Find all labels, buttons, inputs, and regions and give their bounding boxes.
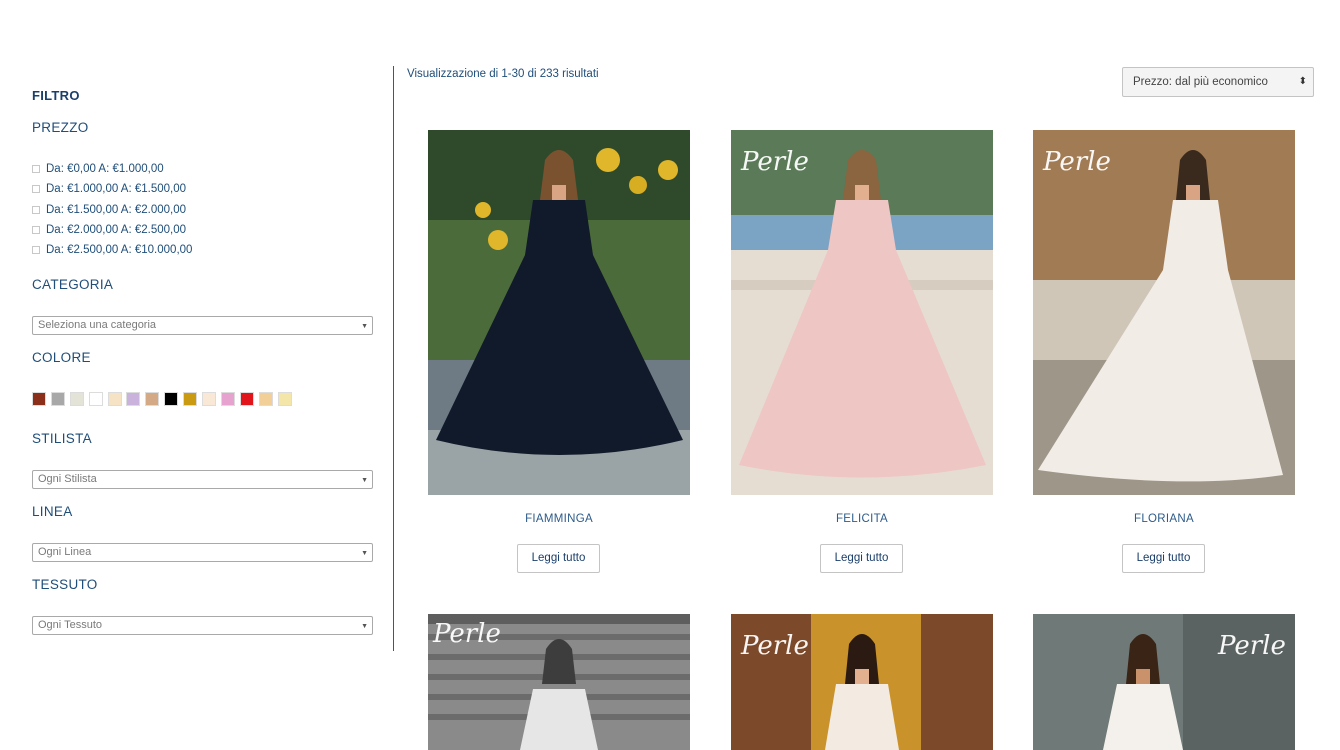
product-card: Perle: [428, 614, 690, 750]
brand-watermark: Perle: [1042, 147, 1111, 177]
results-count: Visualizzazione di 1-30 di 233 risultati: [407, 68, 599, 80]
line-select-value: Ogni Linea: [38, 546, 92, 558]
color-swatch[interactable]: [220, 392, 235, 406]
dress-shape: [825, 684, 899, 750]
checkbox[interactable]: [32, 246, 40, 255]
color-swatch[interactable]: [202, 392, 217, 406]
chevron-down-icon: ⬍: [1298, 76, 1307, 87]
chevron-down-icon: ▼: [361, 623, 368, 630]
dress-shape: [520, 689, 598, 750]
color-swatch[interactable]: [126, 392, 141, 406]
line-section-title: LINEA: [32, 504, 73, 519]
color-swatches: [32, 392, 296, 406]
product-image[interactable]: Perle: [731, 130, 993, 495]
checkbox[interactable]: [32, 205, 40, 214]
product-image[interactable]: [428, 130, 690, 495]
color-swatch[interactable]: [277, 392, 292, 406]
checkbox[interactable]: [32, 226, 40, 235]
color-swatch[interactable]: [69, 392, 84, 406]
sort-select-value: Prezzo: dal più economico: [1133, 76, 1268, 88]
product-name[interactable]: FLORIANA: [1033, 513, 1295, 525]
product-card: FIAMMINGA Leggi tutto: [428, 130, 690, 575]
price-option-label: Da: €1.000,00 A: €1.500,00: [46, 183, 187, 196]
price-option-label: Da: €1.500,00 A: €2.000,00: [46, 203, 187, 216]
price-option-label: Da: €2.000,00 A: €2.500,00: [46, 224, 187, 237]
brand-watermark: Perle: [432, 619, 501, 649]
chevron-down-icon: ▼: [361, 477, 368, 484]
color-swatch[interactable]: [32, 392, 46, 406]
category-section-title: CATEGORIA: [32, 277, 114, 292]
category-select[interactable]: Seleziona una categoria ▼: [32, 316, 373, 335]
line-select[interactable]: Ogni Linea ▼: [32, 543, 373, 562]
color-swatch[interactable]: [239, 392, 254, 406]
chevron-down-icon: ▼: [361, 323, 368, 330]
brand-watermark: Perle: [740, 631, 809, 661]
product-image[interactable]: Perle: [1033, 614, 1295, 750]
fabric-select[interactable]: Ogni Tessuto ▼: [32, 616, 373, 635]
brand-watermark: Perle: [1217, 631, 1286, 661]
color-swatch[interactable]: [164, 392, 179, 406]
color-swatch[interactable]: [50, 392, 65, 406]
sort-select[interactable]: Prezzo: dal più economico ⬍: [1122, 67, 1314, 97]
color-swatch[interactable]: [183, 392, 198, 406]
price-option-label: Da: €2.500,00 A: €10.000,00: [46, 244, 193, 257]
sidebar-divider: [393, 66, 394, 651]
read-more-button[interactable]: Leggi tutto: [517, 544, 600, 573]
product-image[interactable]: Perle: [1033, 130, 1295, 495]
checkbox[interactable]: [32, 165, 40, 174]
stylist-select-value: Ogni Stilista: [38, 473, 97, 485]
stylist-select[interactable]: Ogni Stilista ▼: [32, 470, 373, 489]
filter-sidebar: FILTRO PREZZO Da: €0,00 A: €1.000,00 Da:…: [32, 0, 377, 750]
product-image[interactable]: Perle: [428, 614, 690, 750]
price-option[interactable]: Da: €1.500,00 A: €2.000,00: [32, 200, 192, 220]
dress-shape: [1103, 684, 1183, 750]
read-more-button[interactable]: Leggi tutto: [1122, 544, 1205, 573]
product-card: Perle FLORIANA Leggi tutto: [1033, 130, 1295, 575]
product-card: Perle FELICITA Leggi tutto: [731, 130, 993, 575]
price-filter-list: Da: €0,00 A: €1.000,00 Da: €1.000,00 A: …: [32, 159, 192, 260]
category-select-value: Seleziona una categoria: [38, 319, 157, 331]
price-option-label: Da: €0,00 A: €1.000,00: [46, 163, 164, 176]
color-swatch[interactable]: [145, 392, 160, 406]
checkbox[interactable]: [32, 185, 40, 194]
color-swatch[interactable]: [88, 392, 103, 406]
product-name[interactable]: FIAMMINGA: [428, 513, 690, 525]
price-option[interactable]: Da: €0,00 A: €1.000,00: [32, 159, 192, 179]
color-swatch[interactable]: [107, 392, 122, 406]
fabric-section-title: TESSUTO: [32, 577, 98, 592]
chevron-down-icon: ▼: [361, 550, 368, 557]
product-card: Perle: [731, 614, 993, 750]
price-option[interactable]: Da: €1.000,00 A: €1.500,00: [32, 179, 192, 199]
read-more-button[interactable]: Leggi tutto: [820, 544, 903, 573]
product-card: Perle: [1033, 614, 1295, 750]
color-section-title: COLORE: [32, 350, 91, 365]
fabric-select-value: Ogni Tessuto: [38, 619, 103, 631]
price-option[interactable]: Da: €2.500,00 A: €10.000,00: [32, 240, 192, 260]
price-section-title: PREZZO: [32, 120, 89, 135]
filter-title: FILTRO: [32, 88, 80, 103]
product-name[interactable]: FELICITA: [731, 513, 993, 525]
brand-watermark: Perle: [740, 147, 809, 177]
color-swatch[interactable]: [258, 392, 273, 406]
product-image[interactable]: Perle: [731, 614, 993, 750]
price-option[interactable]: Da: €2.000,00 A: €2.500,00: [32, 220, 192, 240]
stylist-section-title: STILISTA: [32, 431, 92, 446]
